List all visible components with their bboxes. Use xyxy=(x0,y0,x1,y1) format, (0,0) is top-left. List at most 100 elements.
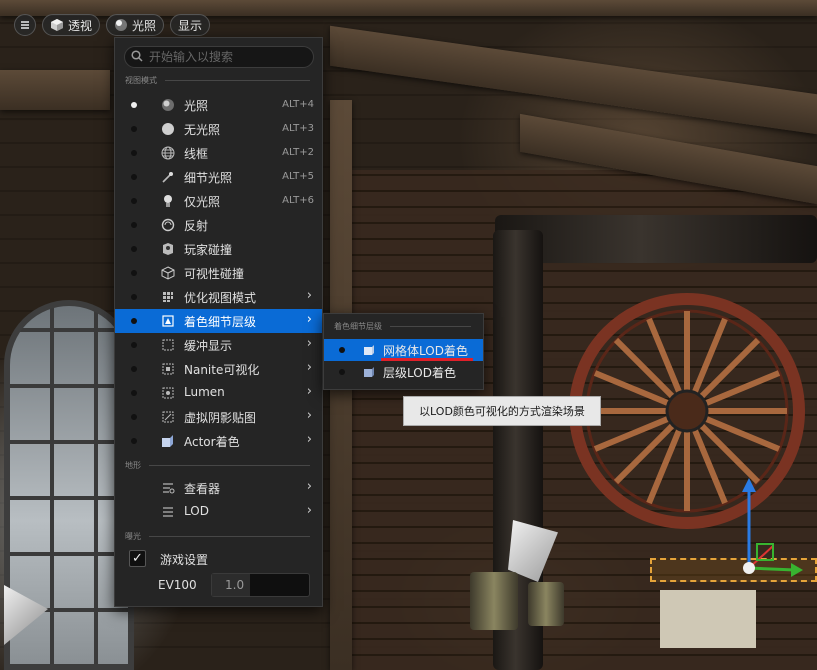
viewport-menu-button[interactable] xyxy=(14,14,36,36)
search-input[interactable] xyxy=(149,50,299,64)
menu-item-lit[interactable]: 光照 ALT+4 xyxy=(115,93,322,117)
menu-item-reflection[interactable]: 反射 xyxy=(115,213,322,237)
submenu-item-mesh-lod[interactable]: 网格体LOD着色 xyxy=(324,339,483,361)
lod-coloration-submenu: 着色细节层级 网格体LOD着色 层级LOD着色 xyxy=(323,313,484,390)
menu-item-nanite[interactable]: Nanite可视化 › xyxy=(115,357,322,381)
show-label: 显示 xyxy=(178,18,203,33)
menu-item-lighting-only[interactable]: 仅光照 ALT+6 xyxy=(115,189,322,213)
lod-icon xyxy=(161,505,175,519)
menu-item-optimization[interactable]: 优化视图模式 › xyxy=(115,285,322,309)
search-icon xyxy=(131,49,143,65)
tooltip-text: 以LOD颜色可视化的方式渲染场景 xyxy=(419,405,585,418)
menu-item-label: LOD xyxy=(184,504,209,518)
section-label: 地形 xyxy=(125,461,141,470)
visibility-collision-icon xyxy=(161,266,175,280)
shortcut-hint: ALT+3 xyxy=(282,123,314,134)
menu-item-label: 反射 xyxy=(184,219,209,233)
optimization-icon xyxy=(161,290,175,304)
menu-item-label: 缓冲显示 xyxy=(184,339,233,353)
menu-item-wireframe[interactable]: 线框 ALT+2 xyxy=(115,141,322,165)
radio-dot xyxy=(131,246,137,252)
menu-item-lod[interactable]: LOD › xyxy=(115,500,322,524)
level-viewport[interactable]: 透视 光照 显示 视图模式 光照 ALT+4 无光照 ALT+3 线框 ALT+2 细节光照… xyxy=(0,0,817,670)
menu-item-label: 优化视图模式 xyxy=(184,291,257,305)
ev100-input[interactable]: 1.0 xyxy=(211,573,310,597)
shortcut-hint: ALT+2 xyxy=(282,147,314,158)
radio-dot xyxy=(131,102,137,108)
radio-dot xyxy=(131,390,137,396)
shortcut-hint: ALT+4 xyxy=(282,99,314,110)
menu-item-visibility-collision[interactable]: 可视性碰撞 xyxy=(115,261,322,285)
lod-coloration-icon xyxy=(161,314,175,328)
menu-item-lumen[interactable]: Lumen › xyxy=(115,381,322,405)
menu-item-label: 玩家碰撞 xyxy=(184,243,233,257)
show-button[interactable]: 显示 xyxy=(170,14,211,36)
radio-dot xyxy=(339,369,345,375)
radio-dot xyxy=(131,150,137,156)
chevron-right-icon: › xyxy=(306,312,312,327)
lighting-only-icon xyxy=(161,194,175,208)
menu-item-label: 细节光照 xyxy=(184,171,233,185)
section-view-mode: 视图模式 xyxy=(125,75,310,86)
pipe xyxy=(495,215,817,263)
submenu-item-label: 层级LOD着色 xyxy=(383,366,456,380)
virtual-shadow-icon xyxy=(161,410,175,424)
menu-item-unlit[interactable]: 无光照 ALT+3 xyxy=(115,117,322,141)
buffer-icon xyxy=(161,338,175,352)
transform-gizmo[interactable] xyxy=(735,478,817,583)
menu-item-label: 无光照 xyxy=(184,123,221,137)
submenu-section: 着色细节层级 xyxy=(334,321,471,332)
unlit-icon xyxy=(161,122,175,136)
wireframe-icon xyxy=(161,146,175,160)
actor-coloration-icon xyxy=(161,434,175,448)
jar-prop xyxy=(528,582,564,626)
view-mode-label: 光照 xyxy=(132,18,157,33)
radio-dot xyxy=(339,347,345,353)
perspective-label: 透视 xyxy=(68,18,93,33)
hierarchical-lod-icon xyxy=(363,366,375,378)
section-landscape: 地形 xyxy=(125,460,310,471)
lit-sphere-icon xyxy=(114,18,128,32)
shortcut-hint: ALT+6 xyxy=(282,195,314,206)
menu-item-actor-coloration[interactable]: Actor着色 › xyxy=(115,429,322,453)
menu-item-label: 虚拟阴影贴图 xyxy=(184,411,257,425)
menu-item-lod-coloration[interactable]: 着色细节层级 › xyxy=(115,309,322,333)
menu-item-label: 查看器 xyxy=(184,482,221,496)
section-exposure: 曝光 xyxy=(125,531,310,542)
nanite-icon xyxy=(161,362,175,376)
radio-dot xyxy=(131,198,137,204)
chevron-right-icon: › xyxy=(306,336,312,351)
menu-item-buffer[interactable]: 缓冲显示 › xyxy=(115,333,322,357)
game-settings-checkbox[interactable]: ✓ xyxy=(129,550,146,567)
viewport-toolbar: 透视 光照 显示 xyxy=(14,14,211,36)
chevron-right-icon: › xyxy=(306,408,312,423)
chevron-right-icon: › xyxy=(306,479,312,494)
section-label: 着色细节层级 xyxy=(334,322,382,331)
tooltip: 以LOD颜色可视化的方式渲染场景 xyxy=(403,396,601,426)
ev100-value: 1.0 xyxy=(225,578,245,592)
radio-dot xyxy=(131,342,137,348)
menu-item-player-collision[interactable]: 玩家碰撞 xyxy=(115,237,322,261)
perspective-button[interactable]: 透视 xyxy=(42,14,101,36)
menu-item-viewer[interactable]: 查看器 › xyxy=(115,476,322,500)
player-collision-icon xyxy=(161,242,175,256)
chevron-right-icon: › xyxy=(306,360,312,375)
menu-item-label: Lumen xyxy=(184,385,225,399)
cube-icon xyxy=(50,18,64,32)
radio-dot xyxy=(131,222,137,228)
submenu-item-hierarchical-lod[interactable]: 层级LOD着色 xyxy=(324,361,483,383)
menu-item-virtual-shadow[interactable]: 虚拟阴影贴图 › xyxy=(115,405,322,429)
chevron-right-icon: › xyxy=(306,384,312,399)
wooden-post xyxy=(0,70,110,110)
reflection-icon xyxy=(161,218,175,232)
menu-item-label: Nanite可视化 xyxy=(184,363,260,377)
menu-item-label: 线框 xyxy=(184,147,209,161)
menu-item-detail-lighting[interactable]: 细节光照 ALT+5 xyxy=(115,165,322,189)
radio-dot xyxy=(131,126,137,132)
chevron-right-icon: › xyxy=(306,288,312,303)
hamburger-icon xyxy=(18,18,32,32)
radio-dot xyxy=(131,366,137,372)
menu-item-label: 光照 xyxy=(184,99,209,113)
view-mode-button[interactable]: 光照 xyxy=(106,14,165,36)
menu-search-box[interactable] xyxy=(124,46,314,68)
